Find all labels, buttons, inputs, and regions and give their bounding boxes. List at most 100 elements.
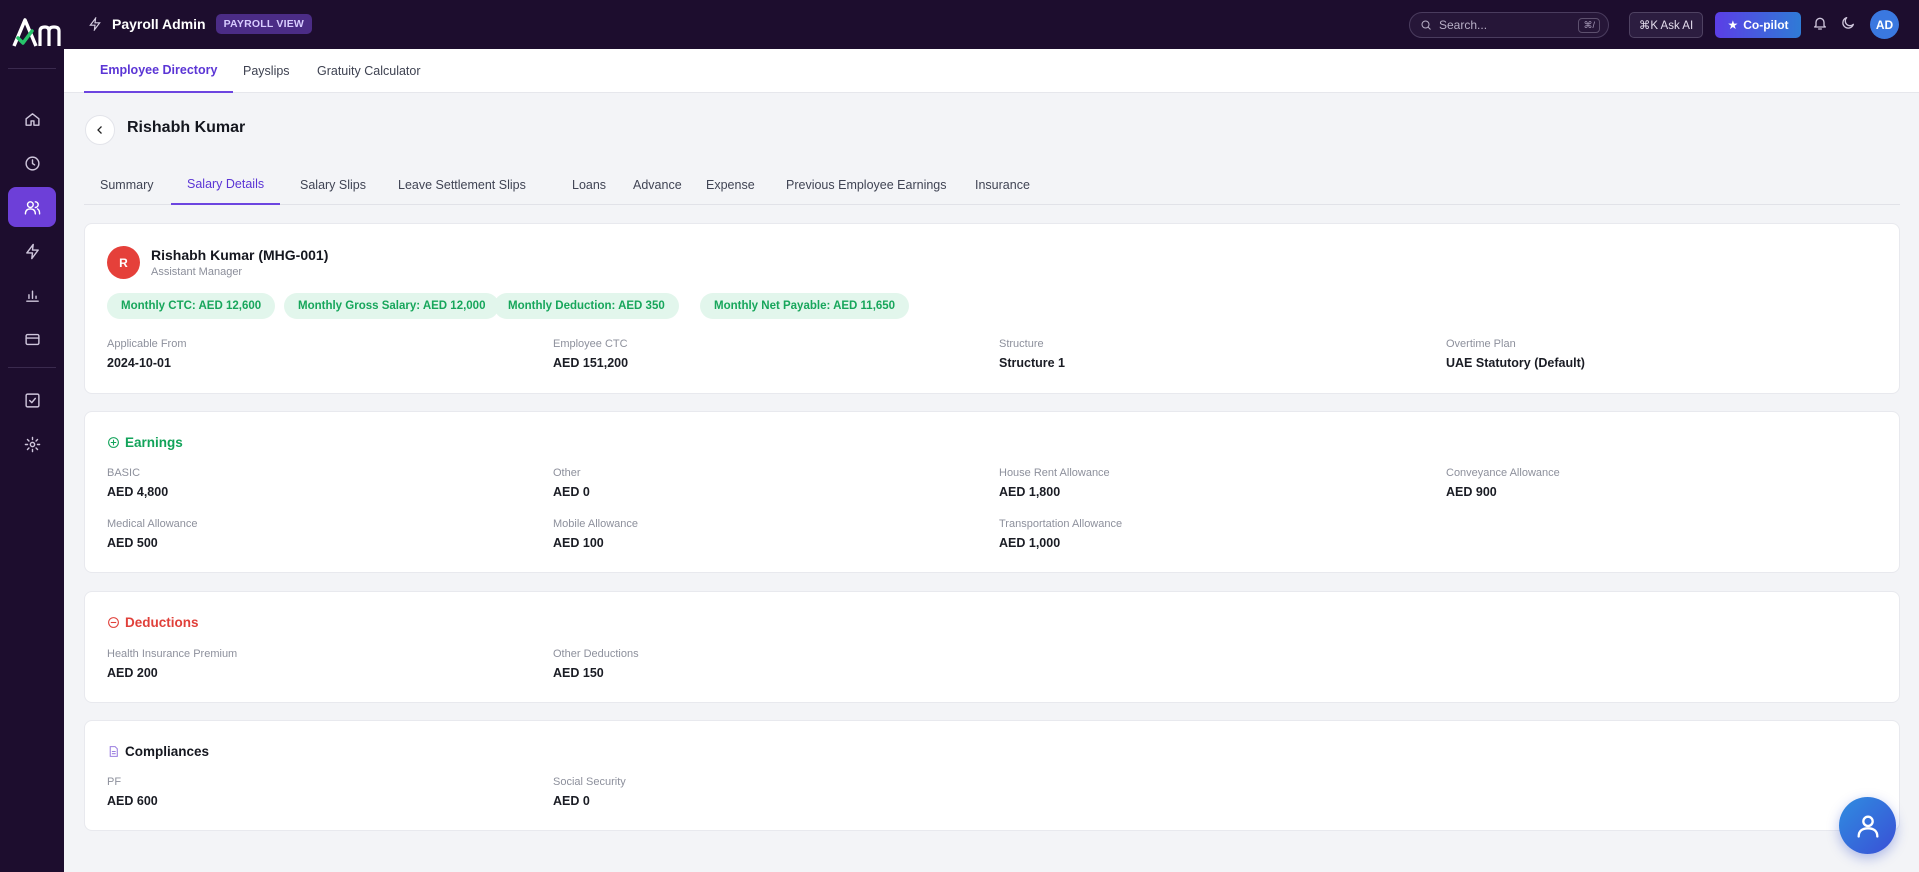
tab-summary[interactable]: Summary [84, 164, 169, 205]
notification-button[interactable] [1812, 15, 1830, 33]
minus-circle-icon [108, 617, 119, 628]
tab-gratuity-calculator[interactable]: Gratuity Calculator [301, 49, 437, 93]
deductions-title-label: Deductions [125, 615, 199, 630]
field-label: House Rent Allowance [999, 467, 1110, 479]
compliances-card: Compliances PF AED 600 Social Security A… [84, 720, 1900, 831]
sidebar-item-actions[interactable] [8, 231, 56, 271]
field-value: AED 4,800 [107, 485, 169, 499]
moon-icon [1842, 17, 1854, 29]
sidebar-divider [8, 367, 56, 368]
home-icon [24, 112, 40, 126]
user-avatar[interactable]: AD [1870, 10, 1899, 39]
field-value: AED 900 [1446, 485, 1497, 499]
monthly-net-payable-badge: Monthly Net Payable: AED 11,650 [700, 293, 910, 319]
field-value: Structure 1 [999, 356, 1065, 370]
field-label: Mobile Allowance [553, 518, 638, 530]
copilot-button[interactable]: ★ Co-pilot [1715, 12, 1801, 38]
field-value: AED 0 [553, 794, 590, 808]
field-label: Other Deductions [553, 648, 639, 660]
compliances-title-label: Compliances [125, 744, 210, 759]
card-icon [24, 333, 40, 345]
user-icon [1857, 815, 1878, 838]
sidebar-item-tasks[interactable] [8, 380, 56, 420]
field-value: AED 200 [107, 666, 158, 680]
search-input[interactable] [1439, 18, 1569, 32]
field-value: AED 500 [107, 536, 158, 550]
checkbox-icon [24, 392, 40, 408]
field-label: Applicable From [107, 338, 187, 350]
tab-salary-slips[interactable]: Salary Slips [284, 164, 382, 205]
page-title: Rishabh Kumar [127, 119, 246, 136]
tab-previous-employee-earnings[interactable]: Previous Employee Earnings [770, 164, 963, 205]
bar-chart-icon [25, 290, 39, 302]
earnings-title: Earnings [107, 435, 183, 450]
field-value: 2024-10-01 [107, 356, 171, 370]
field-label: Conveyance Allowance [1446, 467, 1560, 479]
field-value: AED 1,800 [999, 485, 1061, 499]
tab-salary-details[interactable]: Salary Details [171, 164, 281, 205]
field-value: AED 1,000 [999, 536, 1061, 550]
field-value: AED 151,200 [553, 356, 629, 370]
sidebar-divider [8, 68, 56, 69]
employee-name: Rishabh Kumar (MHG-001) [151, 247, 329, 263]
tab-loans[interactable]: Loans [556, 164, 622, 205]
module-tabs: Employee Directory Payslips Gratuity Cal… [64, 49, 1919, 93]
tab-advance[interactable]: Advance [617, 164, 698, 205]
employee-avatar: R [107, 246, 140, 279]
monthly-ctc-badge: Monthly CTC: AED 12,600 [107, 293, 276, 319]
field-label: Employee CTC [553, 338, 628, 350]
sidebar-item-reports[interactable] [8, 275, 56, 315]
sidebar-item-payments[interactable] [8, 319, 56, 359]
tab-employee-directory[interactable]: Employee Directory [84, 49, 234, 93]
field-label: PF [107, 776, 122, 788]
sidebar-item-employees[interactable] [8, 187, 56, 227]
tab-payslips[interactable]: Payslips [227, 49, 306, 93]
employee-tabs: Summary Salary Details Salary Slips Leav… [84, 164, 1900, 205]
search-icon [1421, 20, 1431, 30]
field-label: Overtime Plan [1446, 338, 1516, 350]
search-box[interactable]: ⌘/ [1409, 12, 1609, 38]
tab-leave-settlement-slips[interactable]: Leave Settlement Slips [382, 164, 542, 205]
bell-icon [1814, 17, 1826, 30]
theme-toggle[interactable] [1840, 15, 1858, 33]
clock-icon [24, 155, 40, 171]
search-shortcut: ⌘/ [1578, 18, 1600, 33]
gear-icon [24, 436, 40, 452]
field-label: BASIC [107, 467, 141, 479]
earnings-card: Earnings BASIC AED 4,800 Other AED 0 Hou… [84, 411, 1900, 573]
assistant-fab-button[interactable] [1839, 797, 1896, 854]
bolt-icon [25, 243, 39, 259]
monthly-deduction-badge: Monthly Deduction: AED 350 [494, 293, 679, 319]
bolt-icon [89, 17, 101, 31]
field-label: Health Insurance Premium [107, 648, 238, 660]
view-badge: PAYROLL VIEW [215, 14, 313, 34]
tab-insurance[interactable]: Insurance [959, 164, 1046, 205]
field-value: AED 600 [107, 794, 158, 808]
top-bar: Payroll Admin PAYROLL VIEW ⌘/ ⌘K Ask AI … [64, 0, 1919, 49]
monthly-gross-badge: Monthly Gross Salary: AED 12,000 [284, 293, 500, 319]
plus-circle-icon [108, 437, 119, 448]
ask-ai-button[interactable]: ⌘K Ask AI [1629, 12, 1703, 38]
sidebar-item-home[interactable] [8, 99, 56, 139]
users-icon [24, 200, 40, 215]
field-value: UAE Statutory (Default) [1446, 356, 1585, 370]
field-label: Other [553, 467, 581, 479]
field-value: AED 0 [553, 485, 590, 499]
salary-overview-card: R Rishabh Kumar (MHG-001) Assistant Mana… [84, 223, 1900, 394]
tab-expense[interactable]: Expense [690, 164, 771, 205]
field-label: Medical Allowance [107, 518, 198, 530]
sidebar-item-history[interactable] [8, 143, 56, 183]
field-value: AED 150 [553, 666, 604, 680]
deductions-title: Deductions [107, 615, 199, 630]
field-label: Transportation Allowance [999, 518, 1123, 530]
app-logo[interactable] [12, 14, 64, 50]
copilot-label: Co-pilot [1743, 18, 1789, 32]
sidebar-item-settings[interactable] [8, 424, 56, 464]
back-button[interactable] [85, 115, 115, 145]
app-name: Payroll Admin [112, 16, 206, 32]
compliances-title: Compliances [107, 744, 209, 759]
employee-role: Assistant Manager [151, 266, 243, 278]
field-label: Structure [999, 338, 1044, 350]
app-title: Payroll Admin PAYROLL VIEW [88, 14, 313, 34]
field-value: AED 100 [553, 536, 604, 550]
